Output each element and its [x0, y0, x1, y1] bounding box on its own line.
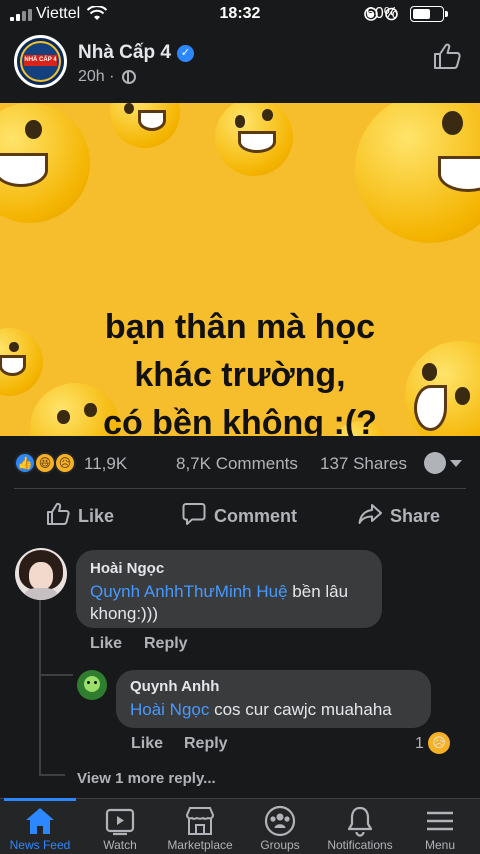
share-icon: [358, 504, 382, 524]
nav-watch[interactable]: Watch: [80, 799, 160, 854]
nav-groups[interactable]: Groups: [240, 799, 320, 854]
nav-label: Groups: [260, 838, 300, 852]
reply-bubble[interactable]: Quynh Anhh Hoài Ngọc cos cur cawjc muaha…: [116, 670, 431, 728]
laughing-emoji: [215, 103, 293, 176]
comment-reply-button[interactable]: Reply: [144, 635, 188, 653]
post-image[interactable]: bạn thân mà học khác trường, có bền khôn…: [0, 103, 480, 436]
comment-author[interactable]: Hoài Ngọc: [90, 560, 368, 577]
thread-line: [39, 674, 73, 676]
reaction-count[interactable]: 11,9K: [84, 454, 127, 474]
sad-reaction-icon: 😥: [54, 452, 76, 474]
page-avatar[interactable]: NHÀ CẤP 4: [14, 35, 67, 88]
caption-line: khác trường,: [134, 356, 346, 394]
nav-news-feed[interactable]: News Feed: [0, 798, 80, 854]
haha-reaction-icon: 😆: [34, 452, 56, 474]
status-bar: Viettel 18:32 60%: [0, 0, 480, 28]
view-more-replies[interactable]: View 1 more reply...: [77, 770, 216, 787]
reply-author-avatar[interactable]: [77, 670, 107, 700]
comment-like-button[interactable]: Like: [90, 635, 122, 653]
bell-icon: [347, 806, 373, 837]
active-tab-indicator: [4, 798, 76, 801]
comments-section: Hoài Ngọc Quynh AnhhThưMinh Huệ bền lâu …: [0, 540, 480, 798]
post-timestamp[interactable]: 20h ·: [78, 68, 114, 86]
thumbs-up-icon: [47, 502, 70, 525]
like-reaction-icon: 👍: [14, 452, 36, 474]
nav-label: Menu: [424, 838, 456, 852]
battery-percent: 60%: [365, 5, 398, 22]
share-label: Share: [390, 506, 441, 526]
comment-mention[interactable]: Quynh AnhhThưMinh Huệ: [90, 582, 288, 601]
nav-label: Watch: [103, 838, 137, 852]
page-name[interactable]: Nhà Cấp 4: [78, 42, 171, 64]
nav-label: Marketplace: [167, 838, 233, 852]
image-caption: bạn thân mà học khác trường, có bền khôn…: [0, 303, 480, 436]
watch-icon: [105, 808, 135, 836]
like-label: Like: [78, 506, 115, 526]
home-icon: [26, 808, 54, 834]
page-like-icon[interactable]: [432, 42, 462, 70]
globe-icon: [122, 70, 136, 84]
nav-notifications[interactable]: Notifications: [320, 799, 400, 854]
reply-author[interactable]: Quynh Anhh: [130, 678, 417, 695]
comments-count[interactable]: 8,7K Comments: [176, 454, 298, 474]
nav-menu[interactable]: Menu: [400, 799, 480, 854]
chevron-down-icon[interactable]: [450, 460, 462, 467]
reply-text: Hoài Ngọc cos cur cawjc muahaha: [130, 699, 417, 721]
reply-body: cos cur cawjc muahaha: [209, 700, 392, 719]
logo-text: NHÀ CẤP 4: [24, 55, 57, 66]
commenter-avatar[interactable]: [15, 548, 67, 600]
nav-label: Notifications: [327, 838, 393, 852]
hamburger-menu-icon: [427, 811, 453, 831]
reaction-icons[interactable]: 👍 😆 😥: [14, 452, 80, 474]
bottom-navigation: News Feed Watch Marketplace Groups Notif…: [0, 798, 480, 854]
nav-label: News Feed: [9, 838, 71, 852]
comment-button[interactable]: Comment: [182, 500, 312, 530]
verified-badge-icon: ✓: [177, 45, 194, 62]
laughing-emoji: [355, 103, 480, 243]
caption-line: bạn thân mà học: [104, 308, 376, 346]
battery-icon: [410, 6, 448, 22]
comment-bubble[interactable]: Hoài Ngọc Quynh AnhhThưMinh Huệ bền lâu …: [76, 550, 382, 628]
reply-reaction-count[interactable]: 1: [415, 735, 424, 753]
laughing-emoji: [110, 103, 180, 148]
divider: [14, 488, 466, 489]
caption-line: có bền không :(?: [103, 404, 377, 436]
groups-icon: [264, 805, 296, 837]
comment-label: Comment: [214, 506, 298, 526]
shares-count[interactable]: 137 Shares: [320, 454, 407, 474]
thread-line: [39, 774, 65, 776]
nav-marketplace[interactable]: Marketplace: [160, 799, 240, 854]
comment-icon: [182, 503, 206, 525]
comment-text: Quynh AnhhThưMinh Huệ bền lâu khong:))): [90, 581, 368, 625]
laughing-emoji: [0, 103, 90, 223]
reply-like-button[interactable]: Like: [131, 735, 163, 753]
marketplace-icon: [185, 807, 215, 835]
thread-line: [39, 600, 41, 775]
share-button[interactable]: Share: [358, 500, 458, 530]
viewer-avatar-icon[interactable]: [424, 452, 446, 474]
reply-mention[interactable]: Hoài Ngọc: [130, 700, 209, 719]
reply-reply-button[interactable]: Reply: [184, 735, 228, 753]
sad-reaction-icon: 😥: [428, 732, 450, 754]
clock: 18:32: [219, 5, 261, 22]
like-button[interactable]: Like: [46, 500, 136, 530]
